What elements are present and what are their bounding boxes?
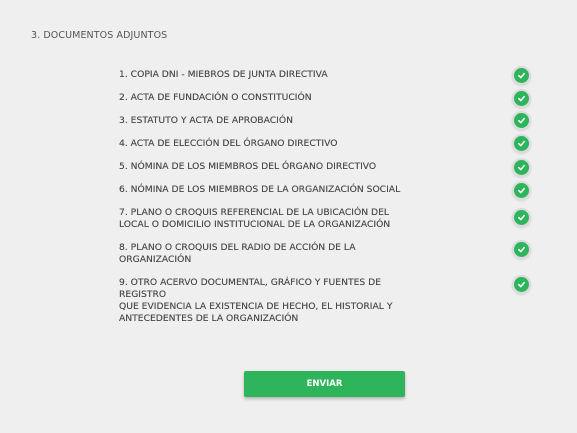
document-item: 7. PLANO O CROQUIS REFERENCIAL DE LA UBI… xyxy=(119,207,529,231)
document-label: 8. PLANO O CROQUIS DEL RADIO DE ACCIÓN D… xyxy=(119,242,356,265)
document-label: 4. ACTA DE ELECCIÓN DEL ÓRGANO DIRECTIVO xyxy=(119,138,338,149)
document-item: 5. NÓMINA DE LOS MIEMBROS DEL ÓRGANO DIR… xyxy=(119,160,529,175)
check-circle-icon xyxy=(514,68,529,83)
document-label: 3. ESTATUTO Y ACTA DE APROBACIÓN xyxy=(119,115,293,126)
check-circle-icon xyxy=(514,91,529,106)
document-label: 2. ACTA DE FUNDACIÓN O CONSTITUCIÓN xyxy=(119,92,312,103)
check-circle-icon xyxy=(514,113,529,128)
document-item: 6. NÓMINA DE LOS MIEMBROS DE LA ORGANIZA… xyxy=(119,183,529,198)
document-label: 6. NÓMINA DE LOS MIEMBROS DE LA ORGANIZA… xyxy=(119,184,401,195)
check-circle-icon xyxy=(514,136,529,151)
check-circle-icon xyxy=(514,183,529,198)
document-label: 7. PLANO O CROQUIS REFERENCIAL DE LA UBI… xyxy=(119,207,391,230)
document-item: 4. ACTA DE ELECCIÓN DEL ÓRGANO DIRECTIVO xyxy=(119,136,529,151)
document-item: 8. PLANO O CROQUIS DEL RADIO DE ACCIÓN D… xyxy=(119,242,529,266)
send-button[interactable]: ENVIAR xyxy=(244,371,405,397)
check-circle-icon xyxy=(514,277,529,292)
document-item: 1. COPIA DNI - MIEBROS DE JUNTA DIRECTIV… xyxy=(119,68,529,83)
check-circle-icon xyxy=(514,242,529,257)
document-label: 9. OTRO ACERVO DOCUMENTAL, GRÁFICO Y FUE… xyxy=(119,277,393,324)
check-circle-icon xyxy=(514,160,529,175)
documents-list: 1. COPIA DNI - MIEBROS DE JUNTA DIRECTIV… xyxy=(119,68,529,325)
document-item: 3. ESTATUTO Y ACTA DE APROBACIÓN xyxy=(119,113,529,128)
document-label: 1. COPIA DNI - MIEBROS DE JUNTA DIRECTIV… xyxy=(119,69,328,80)
check-circle-icon xyxy=(514,210,529,225)
section-title: 3. DOCUMENTOS ADJUNTOS xyxy=(31,30,168,41)
document-item: 9. OTRO ACERVO DOCUMENTAL, GRÁFICO Y FUE… xyxy=(119,277,529,325)
document-label: 5. NÓMINA DE LOS MIEMBROS DEL ÓRGANO DIR… xyxy=(119,161,377,172)
document-item: 2. ACTA DE FUNDACIÓN O CONSTITUCIÓN xyxy=(119,91,529,106)
